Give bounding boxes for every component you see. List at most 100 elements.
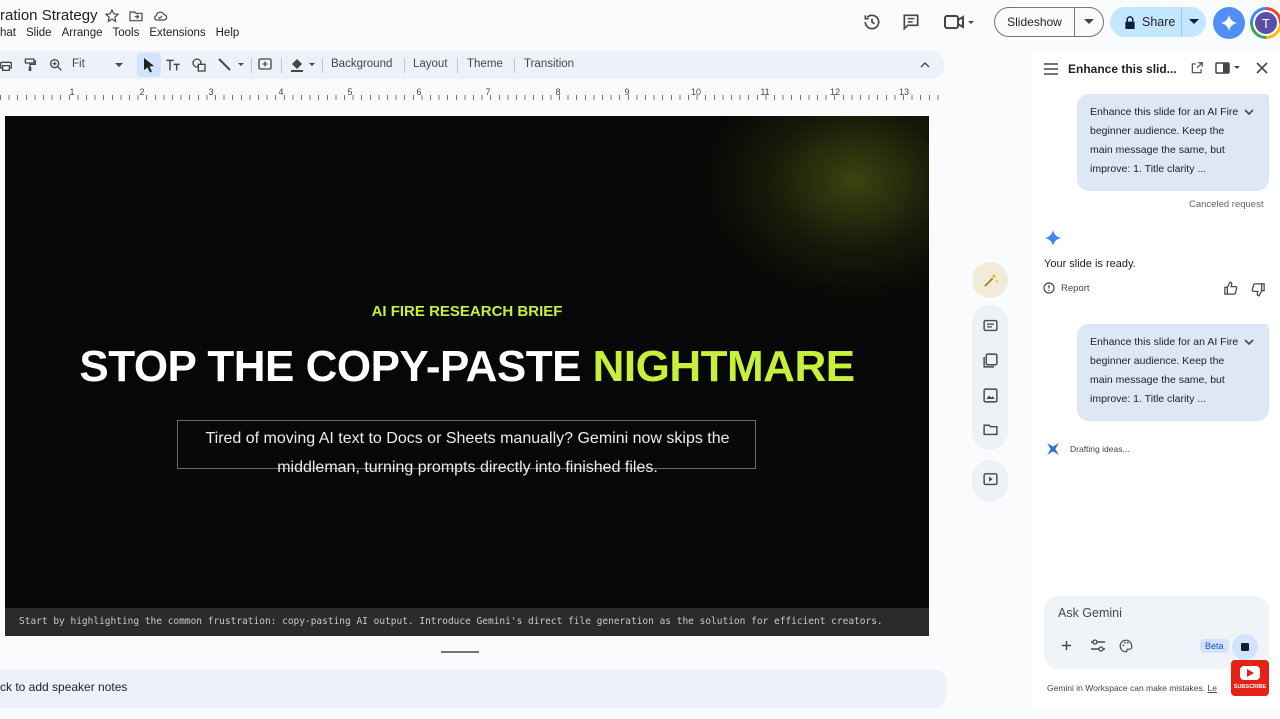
- menu-format[interactable]: hat: [0, 27, 16, 43]
- notes-resize-handle[interactable]: [441, 651, 479, 653]
- panel-layout-icon[interactable]: [1215, 62, 1243, 74]
- ruler-label: 9: [624, 87, 630, 97]
- slide-canvas[interactable]: AI FIRE RESEARCH BRIEF STOP THE COPY-PAS…: [5, 116, 929, 608]
- loading-spinner-icon: [1046, 442, 1060, 456]
- slide-eyebrow[interactable]: AI FIRE RESEARCH BRIEF: [5, 303, 929, 320]
- slideshow-button[interactable]: Slideshow: [994, 7, 1104, 37]
- tune-settings-icon[interactable]: [1091, 639, 1105, 652]
- zoom-select[interactable]: Fit: [72, 58, 85, 70]
- meet-video-icon[interactable]: [943, 12, 977, 32]
- cloud-saved-icon[interactable]: [152, 8, 170, 26]
- report-icon: [1043, 282, 1055, 294]
- beta-badge: Beta: [1200, 639, 1229, 653]
- slideshow-dropdown-icon[interactable]: [1075, 19, 1103, 25]
- share-dropdown-icon[interactable]: [1182, 19, 1206, 25]
- magic-wand-icon: [982, 272, 999, 289]
- ruler-label: 4: [278, 87, 284, 97]
- user-prompt-bubble[interactable]: Enhance this slide for an AI Fire beginn…: [1077, 94, 1269, 191]
- user-prompt-bubble[interactable]: Enhance this slide for an AI Fire beginn…: [1077, 324, 1269, 421]
- headline-accent: NIGHTMARE: [592, 342, 855, 391]
- ruler-label: 3: [208, 87, 214, 97]
- toolbar: Fit Background Layout Theme Transition: [0, 51, 945, 79]
- ruler-label: 12: [829, 87, 841, 97]
- menu-extensions[interactable]: Extensions: [149, 27, 205, 43]
- speaker-notes-placeholder: ck to add speaker notes: [0, 680, 128, 694]
- menu-icon[interactable]: [1044, 63, 1058, 75]
- image-icon[interactable]: [982, 387, 999, 404]
- share-label: Share: [1142, 15, 1176, 29]
- ruler-label: 6: [416, 87, 422, 97]
- ruler-label: 1: [69, 87, 75, 97]
- slides-panel-icon[interactable]: [982, 317, 999, 334]
- palette-icon[interactable]: [1119, 639, 1133, 653]
- menu-slide[interactable]: Slide: [26, 27, 52, 43]
- thumbs-up-icon[interactable]: [1223, 281, 1238, 296]
- report-link[interactable]: Report: [1061, 283, 1090, 294]
- gemini-sparkle-button[interactable]: [1213, 7, 1245, 39]
- gemini-disclaimer: Gemini in Workspace can make mistakes. L…: [1047, 683, 1217, 693]
- gemini-sparkle-icon: [1044, 229, 1062, 247]
- chevron-down-icon[interactable]: [1243, 106, 1255, 118]
- ruler-label: 11: [760, 87, 770, 97]
- print-icon[interactable]: [0, 57, 14, 73]
- paint-format-icon[interactable]: [22, 57, 38, 73]
- title-bar: ration Strategy hat Slide Arrange Tools …: [0, 0, 1280, 48]
- stop-generation-button[interactable]: [1232, 634, 1258, 660]
- version-history-icon[interactable]: [862, 12, 882, 32]
- star-icon[interactable]: [104, 8, 122, 26]
- user-prompt-text: Enhance this slide for an AI Fire beginn…: [1090, 336, 1239, 405]
- youtube-subscribe-overlay[interactable]: SUBSCRIBE: [1231, 660, 1269, 696]
- zoom-icon[interactable]: [48, 57, 64, 73]
- learn-more-link[interactable]: Le: [1207, 683, 1216, 693]
- gallery-icon[interactable]: [982, 352, 999, 369]
- subtitle-text-box[interactable]: Tired of moving AI text to Docs or Sheet…: [177, 420, 756, 476]
- ruler-label: 2: [139, 87, 145, 97]
- add-comment-icon[interactable]: [257, 57, 273, 73]
- document-title[interactable]: ration Strategy: [0, 7, 98, 24]
- line-tool-icon[interactable]: [216, 57, 246, 73]
- ruler-label: 13: [898, 87, 910, 97]
- stop-icon: [1241, 643, 1249, 651]
- menu-help[interactable]: Help: [216, 27, 240, 43]
- add-icon[interactable]: [1061, 640, 1072, 651]
- folder-icon[interactable]: [982, 421, 999, 438]
- youtube-logo-icon: [1240, 666, 1260, 680]
- account-avatar[interactable]: T: [1250, 7, 1280, 39]
- ruler-label: 5: [347, 87, 353, 97]
- chevron-down-icon[interactable]: [1243, 336, 1255, 348]
- shape-icon[interactable]: [191, 57, 207, 73]
- lock-icon: [1124, 15, 1136, 29]
- ask-gemini-input[interactable]: Ask Gemini: [1058, 606, 1122, 620]
- select-tool-button[interactable]: [137, 53, 161, 77]
- text-box-icon[interactable]: [165, 57, 181, 73]
- comments-icon[interactable]: [901, 12, 921, 32]
- request-status: Canceled request: [1189, 199, 1264, 210]
- transition-button[interactable]: Transition: [524, 58, 574, 70]
- gemini-sparkle-icon: [1220, 14, 1238, 32]
- layout-button[interactable]: Layout: [413, 58, 448, 70]
- slideshow-label[interactable]: Slideshow: [995, 8, 1075, 36]
- collapse-toolbar-icon[interactable]: [917, 57, 933, 73]
- theme-button[interactable]: Theme: [467, 58, 503, 70]
- share-button[interactable]: Share: [1110, 7, 1206, 37]
- zoom-dropdown-icon[interactable]: [114, 57, 124, 73]
- menu-tools[interactable]: Tools: [113, 27, 140, 43]
- slide-notes-text: Start by highlighting the common frustra…: [19, 616, 883, 627]
- paint-bucket-icon[interactable]: [289, 57, 319, 73]
- accent-glow: [695, 116, 929, 306]
- open-in-new-icon[interactable]: [1190, 61, 1204, 75]
- menu-arrange[interactable]: Arrange: [62, 27, 103, 43]
- ruler-label: 7: [485, 87, 491, 97]
- ask-gemini-box[interactable]: Ask Gemini Beta: [1044, 596, 1269, 669]
- background-button[interactable]: Background: [331, 58, 392, 70]
- ruler-label: 8: [555, 87, 561, 97]
- thumbs-down-icon[interactable]: [1251, 282, 1266, 297]
- move-to-folder-icon[interactable]: [128, 8, 146, 26]
- slide-subtitle: Tired of moving AI text to Docs or Sheet…: [205, 430, 730, 476]
- slide-headline[interactable]: STOP THE COPY-PASTE NIGHTMARE: [5, 342, 929, 392]
- close-icon[interactable]: [1256, 62, 1268, 74]
- gemini-response-text: Your slide is ready.: [1044, 258, 1136, 270]
- speaker-notes-area[interactable]: ck to add speaker notes: [0, 670, 946, 708]
- menu-bar: hat Slide Arrange Tools Extensions Help: [0, 27, 249, 43]
- horizontal-ruler[interactable]: 1 2 3 4 5 6 7 8 9 10 11 12 13: [0, 86, 945, 102]
